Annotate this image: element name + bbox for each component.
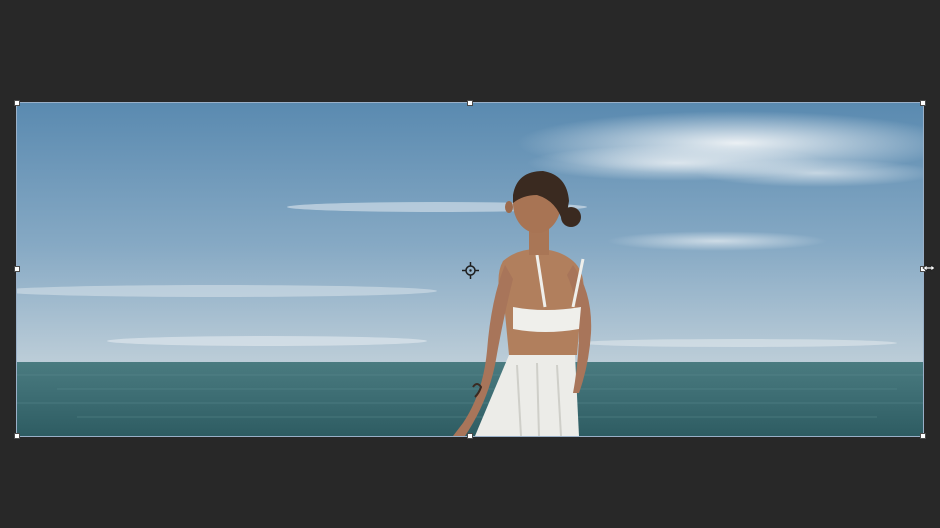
rotate-cursor-icon (920, 260, 936, 276)
transform-handle-middle-left[interactable] (14, 266, 20, 272)
editor-canvas[interactable] (0, 0, 940, 528)
transform-handle-bottom-center[interactable] (467, 433, 473, 439)
transform-handle-bottom-left[interactable] (14, 433, 20, 439)
transform-handle-top-right[interactable] (920, 100, 926, 106)
transform-handle-top-center[interactable] (467, 100, 473, 106)
transform-handle-bottom-right[interactable] (920, 433, 926, 439)
transform-handle-top-left[interactable] (14, 100, 20, 106)
crosshair-target-icon[interactable] (462, 262, 479, 279)
